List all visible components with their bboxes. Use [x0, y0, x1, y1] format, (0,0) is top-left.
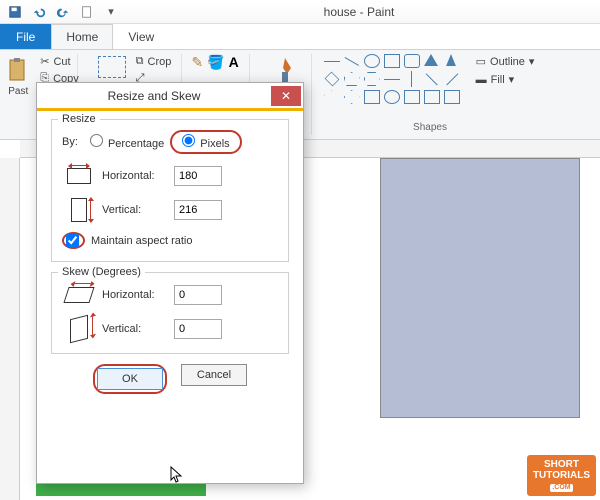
undo-icon[interactable]	[28, 2, 50, 22]
text-icon[interactable]: A	[229, 54, 239, 70]
ok-highlight: OK	[93, 364, 167, 394]
pixels-highlight: Pixels	[170, 130, 241, 154]
paste-label: Past	[8, 86, 28, 97]
skew-h-label: Horizontal:	[102, 289, 168, 301]
resize-vertical-input[interactable]	[174, 200, 222, 220]
skew-legend: Skew (Degrees)	[58, 266, 145, 278]
window-title: house - Paint	[122, 5, 596, 19]
skew-fieldset: Skew (Degrees) Horizontal: Vertical:	[51, 272, 289, 354]
percentage-radio[interactable]: Percentage	[90, 134, 164, 150]
skew-v-label: Vertical:	[102, 323, 168, 335]
paste-button[interactable]: Past	[2, 54, 34, 99]
outline-dropdown[interactable]: ▭Outline ▾	[474, 54, 537, 69]
fill-dropdown[interactable]: ▬Fill ▾	[474, 72, 537, 87]
skew-horizontal-input[interactable]	[174, 285, 222, 305]
scissors-icon: ✂	[40, 55, 49, 68]
watermark: SHORT TUTORIALS .COM	[527, 455, 596, 496]
maintain-label: Maintain aspect ratio	[91, 235, 193, 247]
pixels-radio[interactable]: Pixels	[182, 134, 229, 150]
resize-fieldset: Resize By: Percentage Pixels Horizontal:…	[51, 119, 289, 262]
qat-dropdown-icon[interactable]: ▾	[100, 2, 122, 22]
crop-button[interactable]: ⧉Crop	[134, 54, 174, 69]
quick-access-toolbar: ▾	[4, 2, 122, 22]
new-file-icon[interactable]	[76, 2, 98, 22]
save-icon[interactable]	[4, 2, 26, 22]
redo-icon[interactable]	[52, 2, 74, 22]
resize-v-label: Vertical:	[102, 204, 168, 216]
maintain-highlight	[62, 232, 85, 249]
ok-button[interactable]: OK	[97, 368, 163, 390]
canvas-image[interactable]	[380, 158, 580, 418]
select-button[interactable]	[94, 54, 130, 80]
fill-icon[interactable]: 🪣	[207, 54, 224, 71]
outline-icon: ▭	[476, 55, 486, 68]
skew-h-icon	[62, 283, 96, 307]
dialog-title: Resize and Skew	[37, 89, 271, 103]
skew-vertical-input[interactable]	[174, 319, 222, 339]
title-bar: ▾ house - Paint	[0, 0, 600, 24]
crop-icon: ⧉	[136, 55, 144, 68]
view-tab[interactable]: View	[113, 24, 169, 49]
resize-legend: Resize	[58, 113, 100, 125]
maintain-aspect-checkbox[interactable]	[66, 234, 79, 247]
resize-horizontal-input[interactable]	[174, 166, 222, 186]
resize-skew-dialog: Resize and Skew ✕ Resize By: Percentage …	[36, 82, 304, 484]
home-tab[interactable]: Home	[51, 24, 113, 49]
skew-v-icon	[62, 317, 96, 341]
resize-h-label: Horizontal:	[102, 170, 168, 182]
close-icon[interactable]: ✕	[271, 86, 301, 106]
vertical-icon	[62, 198, 96, 222]
by-label: By:	[62, 136, 78, 148]
ribbon-tabs: File Home View	[0, 24, 600, 50]
decorative-strip	[36, 484, 206, 496]
cancel-button[interactable]: Cancel	[181, 364, 247, 386]
fillshape-icon: ▬	[476, 74, 487, 86]
ruler-vertical	[0, 158, 20, 500]
pencil-icon[interactable]: ✎	[192, 54, 204, 71]
dialog-titlebar[interactable]: Resize and Skew ✕	[37, 83, 303, 109]
shapes-group: ▭Outline ▾ ▬Fill ▾ Shapes	[320, 54, 540, 135]
file-tab[interactable]: File	[0, 24, 51, 49]
cursor-icon	[170, 466, 184, 484]
cut-button[interactable]: ✂Cut	[38, 54, 81, 69]
shapes-gallery[interactable]	[324, 54, 462, 106]
horizontal-icon	[62, 164, 96, 188]
shapes-group-label: Shapes	[320, 122, 540, 133]
